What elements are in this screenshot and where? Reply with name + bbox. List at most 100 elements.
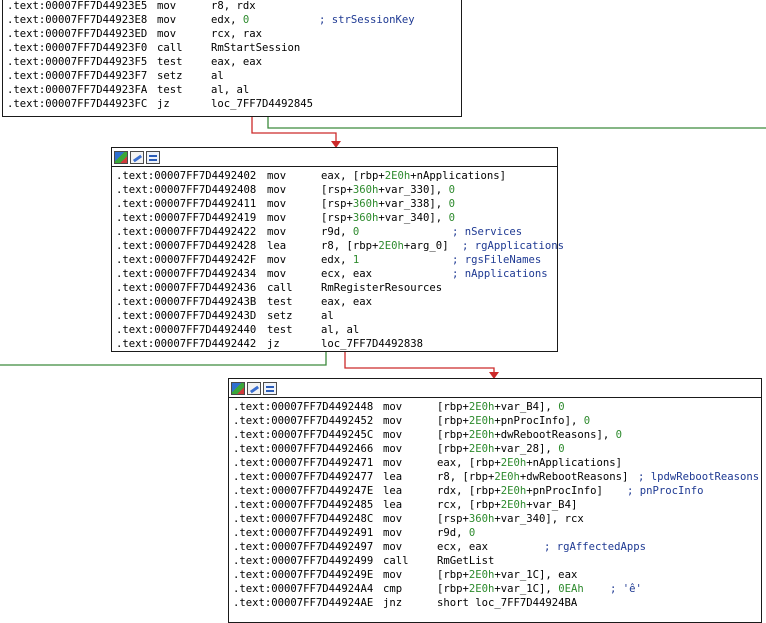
asm-mnemonic: mov	[157, 28, 177, 40]
asm-line[interactable]: .text:00007FF7D449242F mov edx, 1 ; rgsFile…	[116, 253, 557, 267]
asm-line[interactable]: .text:00007FF7D4492491 mov r9d, 0	[233, 526, 761, 540]
asm-line[interactable]: .text:00007FF7D449245C mov [rbp+2E0h+dwReb…	[233, 428, 761, 442]
asm-operands[interactable]: al	[321, 309, 334, 323]
asm-operands[interactable]: edx, 1	[321, 253, 359, 267]
asm-operands[interactable]: [rsp+360h+var_340], 0	[321, 211, 455, 225]
graph-view-icon[interactable]	[146, 150, 160, 164]
asm-operands[interactable]: r9d, 0	[321, 225, 359, 239]
asm-operands[interactable]: ecx, eax	[321, 267, 372, 281]
asm-line[interactable]: .text:00007FF7D4492452 mov [rbp+2E0h+pnPro…	[233, 414, 761, 428]
asm-line[interactable]: .text:00007FF7D4492499 call RmGetList	[233, 554, 761, 568]
asm-operands[interactable]: RmGetList	[437, 554, 494, 568]
asm-address: .text:00007FF7D449248C	[233, 513, 374, 525]
color-icon[interactable]	[114, 150, 128, 164]
asm-operands[interactable]: [rbp+2E0h+dwRebootReasons], 0	[437, 428, 622, 442]
asm-line[interactable]: .text:00007FF7D4492466 mov [rbp+2E0h+var_2…	[233, 442, 761, 456]
asm-mnemonic: test	[157, 84, 183, 96]
asm-operands[interactable]: eax, eax	[211, 55, 262, 69]
asm-line[interactable]: .text:00007FF7D44924AE jnz short loc_7FF7D…	[233, 596, 761, 610]
asm-operands[interactable]: r8, [rbp+2E0h+arg_0]	[321, 239, 449, 253]
asm-operands[interactable]: RmRegisterResources	[321, 281, 442, 295]
asm-operands[interactable]: RmStartSession	[211, 41, 300, 55]
asm-operands[interactable]: [rbp+2E0h+var_1C], eax	[437, 568, 577, 582]
asm-mnemonic: mov	[383, 443, 403, 455]
asm-operands[interactable]: [rbp+2E0h+var_28], 0	[437, 442, 565, 456]
asm-operands[interactable]: short loc_7FF7D44924BA	[437, 596, 577, 610]
asm-line[interactable]: .text:00007FF7D44923FA test al, al	[7, 83, 461, 97]
asm-operands[interactable]: loc_7FF7D4492845	[211, 97, 313, 111]
asm-address: .text:00007FF7D4492436	[116, 282, 257, 294]
asm-line[interactable]: .text:00007FF7D44923ED mov rcx, rax	[7, 27, 461, 41]
asm-line[interactable]: .text:00007FF7D44923FC jz loc_7FF7D4492845	[7, 97, 461, 111]
asm-operands[interactable]: eax, eax	[321, 295, 372, 309]
asm-operands[interactable]: [rbp+2E0h+pnProcInfo], 0	[437, 414, 590, 428]
asm-line[interactable]: .text:00007FF7D449249E mov [rbp+2E0h+var_1…	[233, 568, 761, 582]
asm-comment: ; rgAffectedApps	[544, 541, 647, 553]
asm-operands[interactable]: r8, [rbp+2E0h+dwRebootReasons]	[437, 470, 628, 484]
code-block-1[interactable]: .text:00007FF7D44923E5 mov r8, rdx .text:00…	[2, 0, 462, 117]
asm-operands[interactable]: rdx, [rbp+2E0h+pnProcInfo]	[437, 484, 603, 498]
edit-node-icon[interactable]	[130, 150, 144, 164]
asm-operands[interactable]: [rsp+360h+var_330], 0	[321, 183, 455, 197]
asm-line[interactable]: .text:00007FF7D4492411 mov [rsp+360h+var_3…	[116, 197, 557, 211]
asm-operands[interactable]: ecx, eax	[437, 540, 488, 554]
asm-line[interactable]: .text:00007FF7D449248C mov [rsp+360h+var_3…	[233, 512, 761, 526]
color-icon[interactable]	[231, 381, 245, 395]
asm-mnemonic: mov	[157, 0, 177, 12]
asm-line[interactable]: .text:00007FF7D4492422 mov r9d, 0 ; nServic…	[116, 225, 557, 239]
asm-operands[interactable]: rcx, [rbp+2E0h+var_B4]	[437, 498, 577, 512]
asm-line[interactable]: .text:00007FF7D44924A4 cmp [rbp+2E0h+var_1…	[233, 582, 761, 596]
asm-line[interactable]: .text:00007FF7D44923F7 setz al	[7, 69, 461, 83]
asm-line[interactable]: .text:00007FF7D4492497 mov ecx, eax ; rgAff…	[233, 540, 761, 554]
asm-line[interactable]: .text:00007FF7D4492419 mov [rsp+360h+var_3…	[116, 211, 557, 225]
asm-operands[interactable]: eax, [rbp+2E0h+nApplications]	[321, 169, 506, 183]
asm-address: .text:00007FF7D4492442	[116, 338, 257, 350]
asm-address: .text:00007FF7D44923FA	[7, 84, 148, 96]
asm-address: .text:00007FF7D449242F	[116, 254, 257, 266]
asm-mnemonic: mov	[267, 198, 287, 210]
asm-address: .text:00007FF7D44923E8	[7, 14, 148, 26]
asm-line[interactable]: .text:00007FF7D4492471 mov eax, [rbp+2E0h+…	[233, 456, 761, 470]
asm-mnemonic: mov	[383, 527, 403, 539]
asm-operands[interactable]: r9d, 0	[437, 526, 475, 540]
asm-line[interactable]: .text:00007FF7D4492436 call RmRegisterReso…	[116, 281, 557, 295]
asm-operands[interactable]: eax, [rbp+2E0h+nApplications]	[437, 456, 622, 470]
asm-line[interactable]: .text:00007FF7D44923E5 mov r8, rdx	[7, 0, 461, 13]
asm-line[interactable]: .text:00007FF7D4492440 test al, al	[116, 323, 557, 337]
asm-operands[interactable]: rcx, rax	[211, 27, 262, 41]
asm-line[interactable]: .text:00007FF7D4492428 lea r8, [rbp+2E0h+a…	[116, 239, 564, 253]
asm-operands[interactable]: edx, 0	[211, 13, 249, 27]
asm-mnemonic: mov	[267, 212, 287, 224]
asm-operands[interactable]: loc_7FF7D4492838	[321, 337, 423, 351]
asm-line[interactable]: .text:00007FF7D4492448 mov [rbp+2E0h+var_B…	[233, 400, 761, 414]
asm-operands[interactable]: r8, rdx	[211, 0, 256, 13]
asm-line[interactable]: .text:00007FF7D4492408 mov [rsp+360h+var_3…	[116, 183, 557, 197]
asm-line[interactable]: .text:00007FF7D44923E8 mov edx, 0 ; strSess…	[7, 13, 461, 27]
asm-line[interactable]: .text:00007FF7D449247E lea rdx, [rbp+2E0h+…	[233, 484, 761, 498]
asm-operands[interactable]: al, al	[211, 83, 249, 97]
asm-operands[interactable]: al, al	[321, 323, 359, 337]
code-block-2[interactable]: .text:00007FF7D4492402 mov eax, [rbp+2E0h+…	[111, 147, 564, 352]
asm-line[interactable]: .text:00007FF7D449243D setz al	[116, 309, 557, 323]
edit-node-icon[interactable]	[247, 381, 261, 395]
asm-address: .text:00007FF7D44923FC	[7, 98, 148, 110]
asm-line[interactable]: .text:00007FF7D4492434 mov ecx, eax ; nAppl…	[116, 267, 557, 281]
asm-operands[interactable]: [rsp+360h+var_338], 0	[321, 197, 455, 211]
asm-line[interactable]: .text:00007FF7D4492402 mov eax, [rbp+2E0h+…	[116, 169, 557, 183]
asm-operands[interactable]: [rbp+2E0h+var_B4], 0	[437, 400, 565, 414]
graph-view-icon[interactable]	[263, 381, 277, 395]
asm-mnemonic: test	[157, 56, 183, 68]
asm-line[interactable]: .text:00007FF7D44923F0 call RmStartSession	[7, 41, 461, 55]
node-toolbar	[229, 379, 761, 398]
asm-line[interactable]: .text:00007FF7D449243B test eax, eax	[116, 295, 557, 309]
asm-operands[interactable]: al	[211, 69, 224, 83]
asm-line[interactable]: .text:00007FF7D4492442 jz loc_7FF7D4492838	[116, 337, 557, 351]
asm-line[interactable]: .text:00007FF7D44923F5 test eax, eax	[7, 55, 461, 69]
asm-address: .text:00007FF7D4492419	[116, 212, 257, 224]
asm-operands[interactable]: [rsp+360h+var_340], rcx	[437, 512, 584, 526]
asm-line[interactable]: .text:00007FF7D4492477 lea r8, [rbp+2E0h+d…	[233, 470, 761, 484]
code-block-3[interactable]: .text:00007FF7D4492448 mov [rbp+2E0h+var_B…	[228, 378, 762, 623]
asm-line[interactable]: .text:00007FF7D4492485 lea rcx, [rbp+2E0h+…	[233, 498, 761, 512]
asm-address: .text:00007FF7D4492452	[233, 415, 374, 427]
asm-operands[interactable]: [rbp+2E0h+var_1C], 0EAh	[437, 582, 584, 596]
